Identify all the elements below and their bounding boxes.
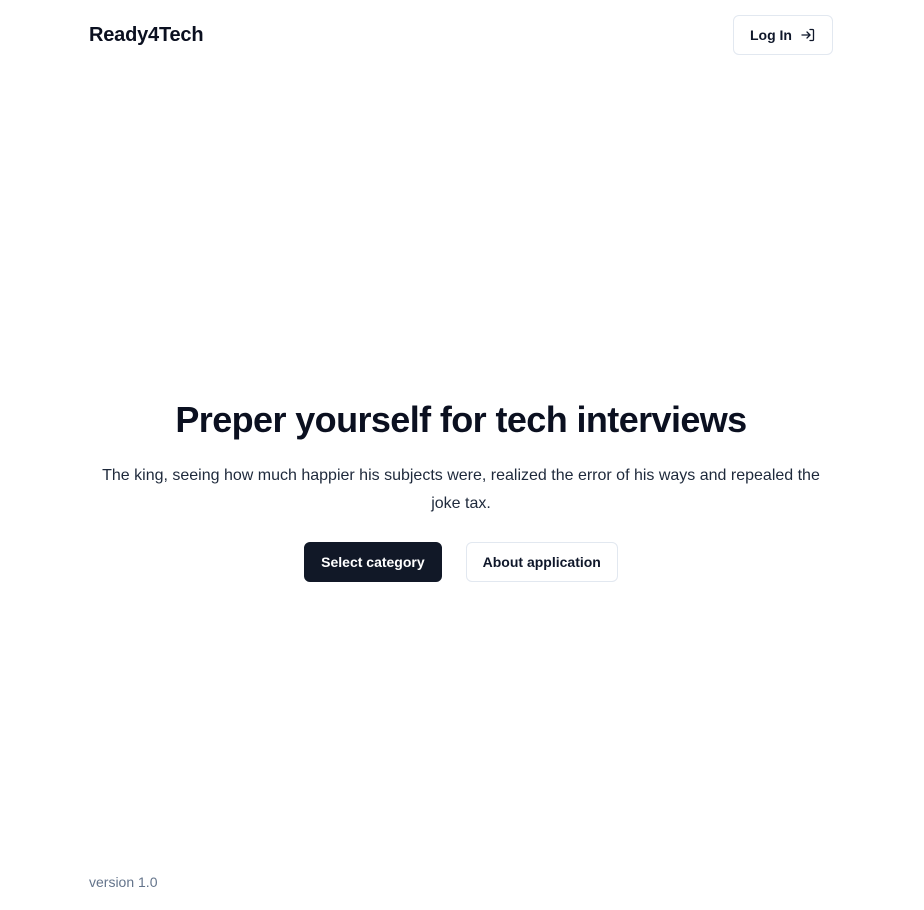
landing-page: Ready4Tech Log In Preper yourself for te… [0, 0, 924, 910]
log-in-button[interactable]: Log In [733, 15, 833, 55]
version-label: version 1.0 [89, 874, 158, 890]
brand-logo[interactable]: Ready4Tech [89, 24, 204, 47]
hero-actions: Select category About application [89, 542, 833, 582]
top-header: Ready4Tech Log In [89, 15, 833, 55]
about-application-button[interactable]: About application [465, 542, 618, 582]
hero-section: Preper yourself for tech interviews The … [89, 398, 833, 582]
hero-subtitle: The king, seeing how much happier his su… [102, 467, 820, 512]
log-in-label: Log In [750, 27, 792, 43]
log-in-icon [800, 27, 816, 43]
select-category-button[interactable]: Select category [304, 542, 442, 582]
hero-title: Preper yourself for tech interviews [175, 399, 747, 440]
